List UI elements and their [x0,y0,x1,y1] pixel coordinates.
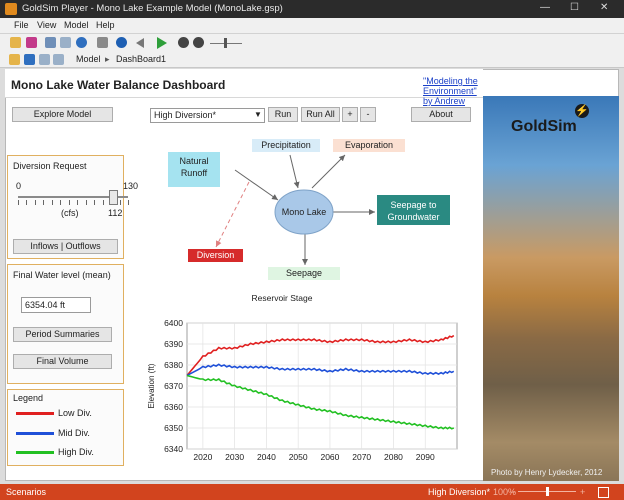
x-tick-label: 2060 [320,452,339,462]
arrow-precipitation-to-lake [289,154,300,189]
arrow-runoff-to-diversion [215,181,250,248]
status-scenario: High Diversion* [428,487,491,497]
evaporation-node[interactable]: Evaporation [333,139,405,152]
x-tick-label: 2090 [416,452,435,462]
seepage-groundwater-node[interactable]: Seepage to Groundwater [377,195,450,225]
diversion-node[interactable]: Diversion [188,249,243,262]
mono-lake-label: Mono Lake [281,207,327,217]
x-tick-label: 2050 [289,452,308,462]
x-tick-label: 2070 [352,452,371,462]
zoom-slider-handle[interactable] [546,487,549,496]
chart-title: Reservoir Stage [252,293,313,303]
zoom-in-icon[interactable]: + [580,487,585,497]
x-tick-label: 2030 [225,452,244,462]
arrow-lake-to-evaporation [311,154,346,189]
y-tick-label: 6380 [164,360,183,370]
y-tick-label: 6370 [164,381,183,391]
y-tick-label: 6390 [164,339,183,349]
y-tick-label: 6360 [164,402,183,412]
y-tick-label: 6340 [164,444,183,454]
y-axis-label: Elevation (ft) [147,363,156,408]
status-bar: Scenarios High Diversion* 100% − + [0,484,624,500]
reservoir-stage-chart: Reservoir Stage 2020 2030 2040 2050 2060 2070 2… [147,293,458,462]
x-tick-label: 2080 [384,452,403,462]
x-tick-label: 2020 [193,452,212,462]
x-tick-label: 2040 [257,452,276,462]
seepage-node[interactable]: Seepage [268,267,340,280]
fit-window-icon[interactable] [598,487,609,498]
y-tick-label: 6400 [164,318,183,328]
arrow-runoff-to-lake [234,169,279,201]
scenarios-tab[interactable]: Scenarios [6,487,46,497]
y-tick-label: 6350 [164,423,183,433]
precipitation-node[interactable]: Precipitation [252,139,320,152]
natural-runoff-node[interactable]: Natural Runoff [168,152,220,187]
zoom-out-icon[interactable]: − [510,487,515,497]
